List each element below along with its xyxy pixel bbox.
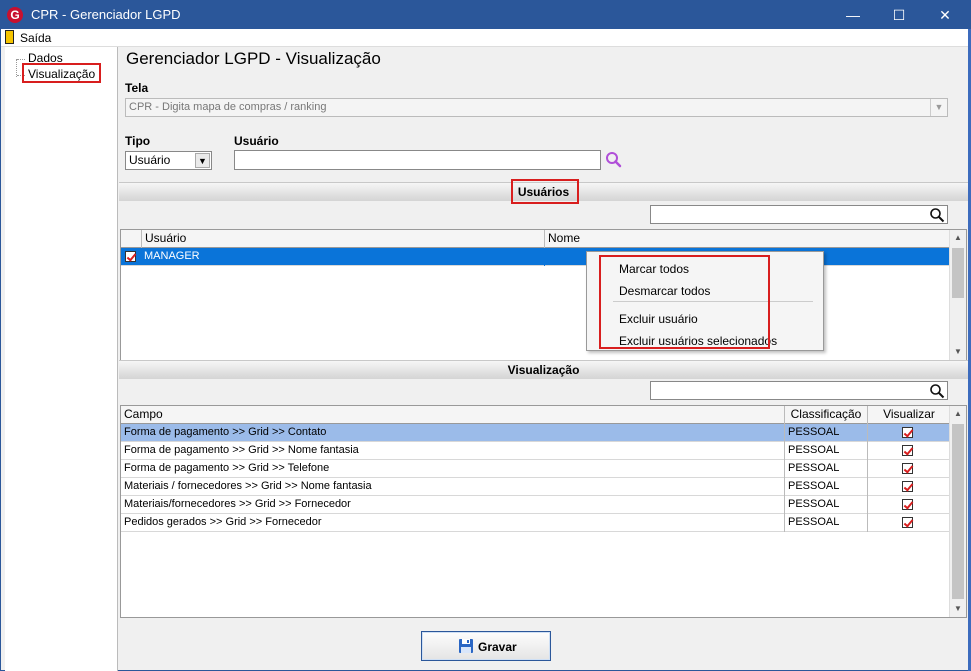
view-section-header: Visualização <box>119 360 968 379</box>
title-bar: G CPR - Gerenciador LGPD — ☐ ✕ <box>1 1 970 29</box>
menu-exit-label: Saída <box>20 31 52 45</box>
annotation-highlight-menu <box>599 255 770 349</box>
search-icon[interactable] <box>929 207 945 223</box>
scroll-thumb[interactable] <box>952 424 964 599</box>
visualizar-cell <box>868 496 950 514</box>
visualizar-cell <box>868 460 950 478</box>
view-grid-header: Campo Classificação Visualizar <box>121 406 950 424</box>
navigation-tree: Dados Visualização <box>5 47 118 671</box>
visualizar-checkbox[interactable] <box>902 517 913 528</box>
annotation-highlight-tree <box>22 63 101 83</box>
campo-cell: Forma de pagamento >> Grid >> Nome fanta… <box>121 442 785 460</box>
table-row[interactable]: Materiais/fornecedores >> Grid >> Fornec… <box>121 496 950 514</box>
table-row[interactable]: Forma de pagamento >> Grid >> Contato PE… <box>121 424 950 442</box>
classificacao-cell: PESSOAL <box>785 424 868 442</box>
tree-connector <box>17 59 25 60</box>
app-logo-icon: G <box>7 7 23 23</box>
scroll-up-icon[interactable]: ▲ <box>950 406 966 422</box>
menu-bar: Saída <box>1 29 970 47</box>
campo-cell: Forma de pagamento >> Grid >> Telefone <box>121 460 785 478</box>
campo-cell: Materiais / fornecedores >> Grid >> Nome… <box>121 478 785 496</box>
users-search-input[interactable] <box>650 205 948 224</box>
save-button-label: Gravar <box>478 640 517 654</box>
visualizar-checkbox[interactable] <box>902 481 913 492</box>
classificacao-cell: PESSOAL <box>785 442 868 460</box>
classificacao-cell: PESSOAL <box>785 496 868 514</box>
visualizar-checkbox[interactable] <box>902 427 913 438</box>
window-title: CPR - Gerenciador LGPD <box>31 7 181 22</box>
search-icon[interactable] <box>929 383 945 399</box>
app-window: G CPR - Gerenciador LGPD — ☐ ✕ Saída Dad… <box>0 0 971 671</box>
scroll-up-icon[interactable]: ▲ <box>950 230 966 246</box>
campo-cell: Materiais/fornecedores >> Grid >> Fornec… <box>121 496 785 514</box>
visualizar-cell <box>868 478 950 496</box>
users-grid: Usuário Nome MANAGER ▲ ▼ <box>120 229 967 361</box>
classificacao-cell: PESSOAL <box>785 514 868 532</box>
table-row[interactable]: MANAGER <box>121 248 950 266</box>
classificacao-cell: PESSOAL <box>785 460 868 478</box>
visualizar-cell <box>868 424 950 442</box>
view-scrollbar[interactable]: ▲ ▼ <box>949 406 966 617</box>
scroll-thumb[interactable] <box>952 248 964 298</box>
visualizar-cell <box>868 514 950 532</box>
save-button[interactable]: Gravar <box>421 631 551 661</box>
users-scrollbar[interactable]: ▲ ▼ <box>949 230 966 360</box>
row-checkbox[interactable] <box>125 251 136 262</box>
chevron-down-icon[interactable]: ▼ <box>195 153 210 168</box>
visualizar-checkbox[interactable] <box>902 499 913 510</box>
user-usuario-cell: MANAGER <box>142 248 545 266</box>
main-panel: Gerenciador LGPD - Visualização Tela CPR… <box>119 47 968 671</box>
exit-door-icon <box>5 30 14 44</box>
users-col-nome[interactable]: Nome <box>545 230 950 248</box>
annotation-highlight-usuarios <box>511 179 579 204</box>
view-col-campo[interactable]: Campo <box>121 406 785 424</box>
table-row[interactable]: Forma de pagamento >> Grid >> Nome fanta… <box>121 442 950 460</box>
classificacao-cell: PESSOAL <box>785 478 868 496</box>
campo-cell: Pedidos gerados >> Grid >> Fornecedor <box>121 514 785 532</box>
view-section-title: Visualização <box>507 363 580 377</box>
view-grid: Campo Classificação Visualizar Forma de … <box>120 405 967 618</box>
view-col-classificacao[interactable]: Classificação <box>785 406 868 424</box>
floppy-disk-icon <box>459 639 473 653</box>
table-row[interactable]: Forma de pagamento >> Grid >> Telefone P… <box>121 460 950 478</box>
campo-cell: Forma de pagamento >> Grid >> Contato <box>121 424 785 442</box>
tela-select-value: CPR - Digita mapa de compras / ranking <box>129 101 327 113</box>
usuario-label: Usuário <box>234 134 279 148</box>
tipo-select[interactable]: Usuário ▼ <box>125 151 212 170</box>
chevron-down-icon[interactable]: ▼ <box>930 99 947 116</box>
usuario-input[interactable] <box>234 150 601 170</box>
view-search-input[interactable] <box>650 381 948 400</box>
page-title: Gerenciador LGPD - Visualização <box>126 49 381 68</box>
visualizar-checkbox[interactable] <box>902 463 913 474</box>
tipo-select-value: Usuário <box>129 153 171 167</box>
tela-label: Tela <box>125 81 149 95</box>
close-button[interactable]: ✕ <box>922 1 968 29</box>
scroll-down-icon[interactable]: ▼ <box>950 601 966 617</box>
users-grid-header: Usuário Nome <box>121 230 950 248</box>
users-col-check <box>121 230 142 248</box>
search-user-icon[interactable] <box>603 151 625 169</box>
visualizar-checkbox[interactable] <box>902 445 913 456</box>
tipo-label: Tipo <box>125 134 151 148</box>
tela-select[interactable]: CPR - Digita mapa de compras / ranking ▼ <box>125 98 948 117</box>
users-col-usuario[interactable]: Usuário <box>142 230 545 248</box>
menu-exit[interactable]: Saída <box>5 30 51 46</box>
visualizar-cell <box>868 442 950 460</box>
context-menu: Marcar todos Desmarcar todos Excluir usu… <box>586 251 824 351</box>
table-row[interactable]: Materiais / fornecedores >> Grid >> Nome… <box>121 478 950 496</box>
maximize-button[interactable]: ☐ <box>876 1 922 29</box>
view-col-visualizar[interactable]: Visualizar <box>868 406 950 424</box>
scroll-down-icon[interactable]: ▼ <box>950 344 966 360</box>
minimize-button[interactable]: — <box>830 1 876 29</box>
table-row[interactable]: Pedidos gerados >> Grid >> Fornecedor PE… <box>121 514 950 532</box>
